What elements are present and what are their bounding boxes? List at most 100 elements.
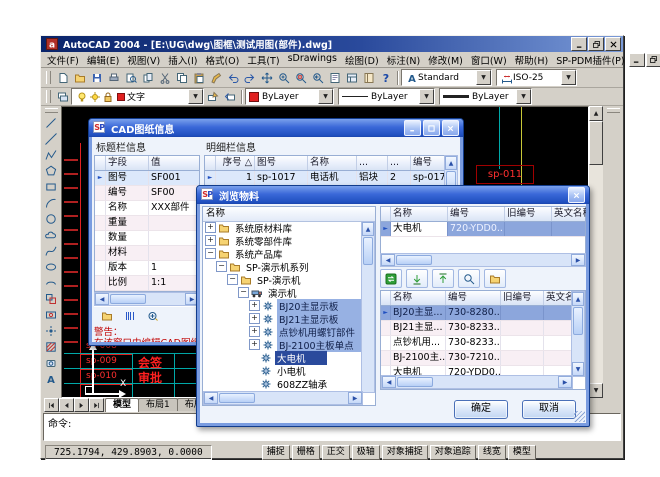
close-icon[interactable] [568, 187, 585, 203]
color-swatch-icon[interactable] [114, 89, 127, 104]
status-toggle[interactable]: 模型 [508, 445, 536, 460]
layer-previous-icon[interactable] [221, 89, 238, 104]
column-header[interactable]: 旧编号 [501, 291, 544, 305]
circle-icon[interactable] [43, 211, 60, 227]
layer-properties-icon[interactable] [54, 89, 71, 104]
sun-icon[interactable] [88, 89, 101, 104]
menu-item[interactable]: 窗口(W) [467, 52, 511, 68]
expand-icon[interactable]: + [205, 235, 216, 246]
expand-icon[interactable]: + [249, 326, 260, 337]
tree-item[interactable]: 小电机 [203, 364, 363, 377]
table-row[interactable]: 点钞机用...730-8233... [381, 336, 573, 351]
tree-item[interactable]: −系统产品库 [203, 247, 363, 260]
chevron-down-icon[interactable]: ▼ [318, 89, 333, 104]
toolbar-grip[interactable] [46, 71, 51, 84]
table-row[interactable]: ►BJ20主显...730-8280... [381, 306, 573, 321]
dialog-title-bar[interactable]: SP CAD图纸信息 [89, 119, 463, 137]
scroll-down-icon[interactable]: ▼ [589, 383, 603, 398]
table-row[interactable]: ►图号SF001 [95, 171, 199, 186]
expand-icon[interactable]: + [249, 300, 260, 311]
tree-column-header[interactable]: 名称 [203, 207, 375, 222]
toolbar-grip[interactable] [607, 108, 620, 113]
polyline-icon[interactable] [43, 147, 60, 163]
open-icon[interactable] [71, 70, 88, 85]
resize-grip[interactable] [574, 411, 585, 422]
restore-button[interactable] [423, 120, 440, 136]
table-row[interactable]: 名称XXX部件 [95, 201, 199, 216]
scroll-up-icon[interactable]: ▲ [362, 222, 374, 236]
column-header[interactable]: ... [388, 156, 411, 170]
new-icon[interactable] [54, 70, 71, 85]
scrollbar-thumb[interactable] [397, 377, 433, 387]
columns-icon[interactable] [122, 309, 138, 324]
scroll-left-icon[interactable]: ◀ [381, 254, 395, 266]
open-folder-icon[interactable] [484, 269, 506, 288]
zoom-previous-icon[interactable] [309, 70, 326, 85]
ellipse-icon[interactable] [43, 259, 60, 275]
collapse-icon[interactable]: − [216, 261, 227, 272]
column-header[interactable]: 名称 [391, 291, 446, 305]
help-icon[interactable]: ? [377, 70, 394, 85]
column-header[interactable]: 名称 [391, 207, 448, 221]
tree-item[interactable]: −SP-演示机系列 [203, 260, 363, 273]
close-icon[interactable] [442, 120, 459, 136]
undo-icon[interactable] [224, 70, 241, 85]
menu-item[interactable]: 帮助(H) [511, 52, 553, 68]
table-row[interactable]: 版本1 [95, 261, 199, 276]
ellipse-arc-icon[interactable] [43, 275, 60, 291]
title-bar[interactable]: a AutoCAD 2004 - [E:\UG\dwg\图框\测试用图(部件).… [41, 36, 623, 52]
layout-tab[interactable]: 模型 [105, 398, 139, 412]
linetype-combo[interactable]: ByLayer ▼ [338, 88, 435, 105]
horizontal-scrollbar[interactable]: ◀ ▶ [94, 292, 200, 306]
move-down-icon[interactable] [406, 269, 428, 288]
column-header[interactable]: 名称 [308, 156, 357, 170]
layout-tab[interactable]: 布局1 [138, 398, 178, 411]
chevron-down-icon[interactable]: ▼ [516, 89, 531, 104]
column-header[interactable]: ... [357, 156, 388, 170]
search-icon[interactable] [458, 269, 480, 288]
tree-item[interactable]: +系统原材料库 [203, 221, 363, 234]
tool-palettes-icon[interactable] [360, 70, 377, 85]
point-icon[interactable] [43, 323, 60, 339]
status-toggle[interactable]: 极轴 [352, 445, 380, 460]
menu-item[interactable]: 绘图(D) [341, 52, 383, 68]
tree-item[interactable]: −演示机 [203, 286, 363, 299]
collapse-icon[interactable]: − [227, 274, 238, 285]
table-row[interactable]: 材料 [95, 246, 199, 261]
scrollbar-thumb[interactable] [110, 294, 146, 304]
add-record-icon[interactable] [145, 309, 161, 324]
horizontal-scrollbar[interactable]: ◀ ▶ [380, 253, 586, 267]
open-folder-icon[interactable] [99, 309, 115, 324]
column-header[interactable]: 英文名称 [544, 291, 573, 305]
chevron-down-icon[interactable]: ▼ [419, 89, 434, 104]
horizontal-scrollbar[interactable]: ◀ ▶ [381, 375, 573, 389]
zoom-realtime-icon[interactable] [275, 70, 292, 85]
dialog-title-bar[interactable]: SP 浏览物料 [197, 186, 589, 204]
design-center-icon[interactable] [343, 70, 360, 85]
tree-item[interactable]: +点钞机用螺钉部件 [203, 325, 363, 338]
scroll-right-icon[interactable]: ▶ [571, 254, 585, 266]
tree-item[interactable]: 大电机 [203, 351, 363, 364]
expand-icon[interactable]: + [249, 313, 260, 324]
next-tab-button[interactable] [74, 398, 89, 412]
line-icon[interactable] [43, 115, 60, 131]
tree-item[interactable]: +BJ-2100主板单点 [203, 338, 363, 351]
close-button[interactable] [605, 37, 621, 51]
table-row[interactable]: 数量 [95, 231, 199, 246]
lineweight-combo[interactable]: ByLayer ▼ [439, 88, 532, 105]
expand-icon[interactable]: + [249, 339, 260, 350]
make-object-layer-current-icon[interactable] [204, 89, 221, 104]
column-header[interactable]: 序号 △ [216, 156, 255, 170]
column-header[interactable]: 英文名称 [552, 207, 586, 221]
scroll-up-icon[interactable]: ▲ [445, 156, 457, 170]
status-toggle[interactable]: 线宽 [478, 445, 506, 460]
ok-button[interactable]: 确定 [454, 400, 508, 419]
revcloud-icon[interactable] [43, 227, 60, 243]
menu-item[interactable]: 视图(V) [123, 52, 164, 68]
tree-vertical-scrollbar[interactable]: ▲ [361, 221, 375, 393]
status-toggle[interactable]: 捕捉 [262, 445, 290, 460]
rectangle-icon[interactable] [43, 179, 60, 195]
minimize-button[interactable] [571, 37, 587, 51]
prev-tab-button[interactable] [59, 398, 74, 412]
menu-item[interactable]: 标注(N) [383, 52, 425, 68]
